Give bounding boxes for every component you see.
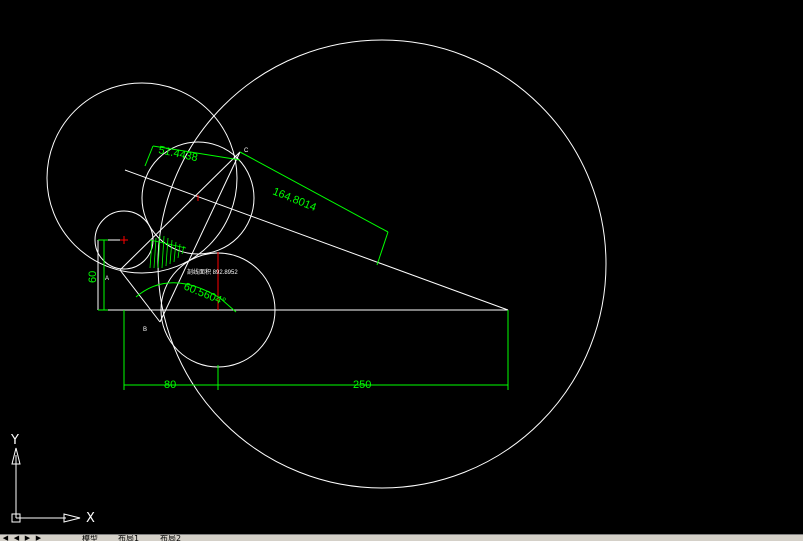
next-tab-icon[interactable]: ▶ [23, 535, 32, 541]
tab-layout1[interactable]: 布局1 [118, 535, 139, 541]
dim-250[interactable] [218, 310, 509, 390]
dim-80[interactable] [123, 310, 219, 390]
cad-drawing[interactable]: 80 250 60 51.4438 164.8014 60.5604° A B … [0, 0, 803, 534]
prev-tab-icon[interactable]: ◀ [12, 535, 21, 541]
dim-60[interactable] [98, 239, 108, 311]
dim-51-label: 51.4438 [157, 144, 198, 164]
tab-model[interactable]: 模型 [82, 535, 98, 541]
point-c-label: C [244, 148, 249, 154]
line-a-b[interactable] [119, 269, 161, 323]
line-a-c[interactable] [119, 151, 241, 271]
upper-left-circle[interactable] [46, 82, 238, 274]
dim-angle-label: 60.5604° [182, 281, 227, 309]
point-a-label: A [105, 276, 109, 282]
ucs-y-label: Y [10, 433, 19, 448]
point-b-label: B [143, 327, 147, 333]
hatch-region[interactable] [149, 235, 187, 269]
dim-80-label: 80 [164, 379, 176, 391]
drawing-canvas[interactable]: 80 250 60 51.4438 164.8014 60.5604° A B … [0, 0, 803, 534]
ucs-x-label: X [86, 511, 95, 526]
dim-60-label: 60 [87, 271, 99, 283]
ucs-icon [11, 447, 81, 523]
hatch-area-note: 剖线面积 892.8952 [187, 268, 238, 276]
last-tab-icon[interactable]: ▶ [34, 535, 43, 541]
first-tab-icon[interactable]: ◀ [1, 535, 10, 541]
dim-250-label: 250 [353, 379, 371, 391]
tab-layout2[interactable]: 布局2 [160, 535, 181, 541]
